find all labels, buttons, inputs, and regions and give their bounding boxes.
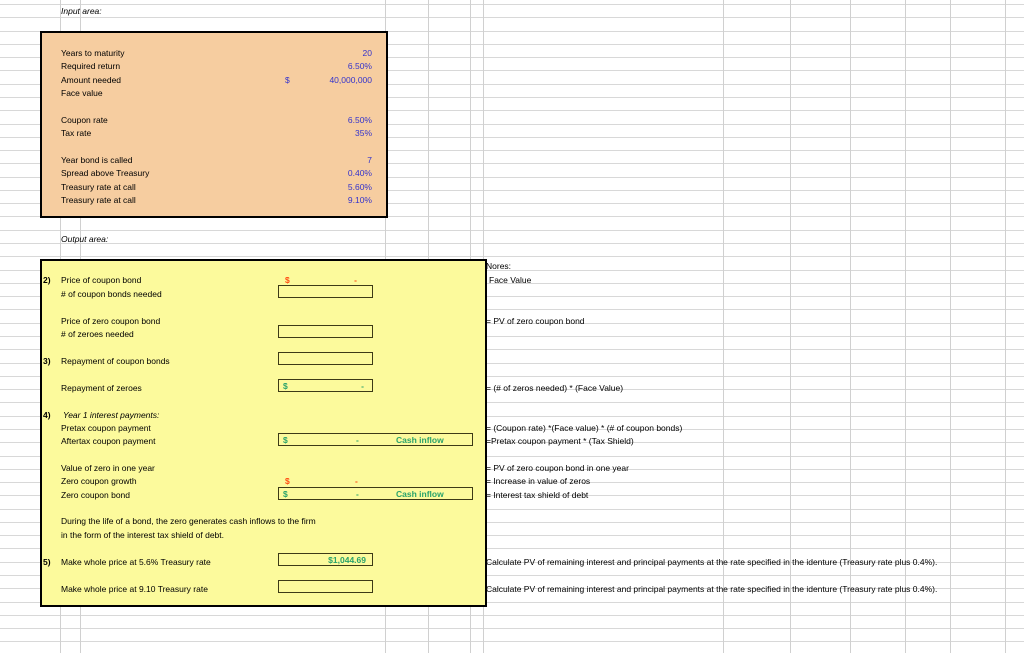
note-pretax-coupon-payment: = (Coupon rate) *(Face value) * (# of co… [486,423,683,433]
field-zero-coupon-bond-value: - [356,489,359,499]
input-label-treasury-rate-at-call-1: Treasury rate at call [61,182,136,192]
grid-row-line [0,641,1024,642]
note-zero-coupon-bond: = Interest tax shield of debt [486,490,589,500]
field-aftertax-coupon-payment-tag: Cash inflow [396,435,444,445]
grid-column-line [850,0,851,653]
grid-column-line [905,0,906,653]
spreadsheet-canvas[interactable]: Input area: Years to maturity Required r… [0,0,1024,653]
label-repayment-of-zeroes: Repayment of zeroes [61,383,142,393]
input-label-coupon-rate: Coupon rate [61,115,108,125]
label-make-whole-price-56: Make whole price at 5.6% Treasury rate [61,557,211,567]
input-value-coupon-rate[interactable]: 6.50% [272,115,372,125]
field-make-whole-price-56[interactable]: $1,044.69 [278,553,373,566]
question-marker-4: 4) [43,410,51,420]
note-face-value: Face Value [489,275,532,285]
label-aftertax-coupon-payment: Aftertax coupon payment [61,436,156,446]
field-zero-coupon-bond-currency: $ [283,489,288,499]
value-zero-coupon-growth: - [355,476,358,486]
grid-row-line [0,243,1024,244]
field-num-zeroes-needed[interactable] [278,325,373,338]
input-area-heading: Input area: [61,6,102,16]
note-repayment-of-zeroes: = (# of zeros needed) * (Face Value) [486,383,624,393]
grid-row-line [0,4,1024,5]
notes-heading: Nores: [486,261,512,271]
input-label-years-to-maturity: Years to maturity [61,48,125,58]
field-make-whole-price-910[interactable] [278,580,373,593]
grid-row-line [0,628,1024,629]
label-num-zeroes-needed: # of zeroes needed [61,329,134,339]
field-zero-coupon-bond[interactable]: $ - Cash inflow [278,487,473,500]
output-area-heading: Output area: [61,234,109,244]
input-value-spread-above-treasury[interactable]: 0.40% [272,168,372,178]
label-value-of-zero-in-one-year: Value of zero in one year [61,463,155,473]
note-zero-coupon-growth: = Increase in value of zeros [486,476,591,486]
grid-row-line [0,615,1024,616]
input-value-treasury-rate-at-call-2[interactable]: 9.10% [272,195,372,205]
input-value-amount-needed[interactable]: 40,000,000 [272,75,372,85]
note-value-of-zero-in-one-year: = PV of zero coupon bond in one year [486,463,629,473]
grid-row-line [0,17,1024,18]
input-label-amount-needed: Amount needed [61,75,122,85]
input-label-treasury-rate-at-call-2: Treasury rate at call [61,195,136,205]
note-make-whole-910: Calculate PV of remaining interest and p… [486,584,938,594]
label-price-of-coupon-bond: Price of coupon bond [61,275,142,285]
value-zero-coupon-growth-currency: $ [285,476,290,486]
value-price-of-coupon-bond: - [354,275,357,285]
field-repayment-of-zeroes[interactable]: $ - [278,379,373,392]
input-value-treasury-rate-at-call-1[interactable]: 5.60% [272,182,372,192]
input-value-tax-rate[interactable]: 35% [272,128,372,138]
question-marker-5: 5) [43,557,51,567]
field-repayment-of-zeroes-currency: $ [283,381,288,391]
field-repayment-of-coupon-bonds[interactable] [278,352,373,365]
note-make-whole-56: Calculate PV of remaining interest and p… [486,557,938,567]
grid-column-line [950,0,951,653]
label-zero-coupon-growth: Zero coupon growth [61,476,137,486]
field-aftertax-coupon-payment-currency: $ [283,435,288,445]
field-aftertax-coupon-payment[interactable]: $ - Cash inflow [278,433,473,446]
label-zero-coupon-bond: Zero coupon bond [61,490,130,500]
label-num-coupon-bonds-needed: # of coupon bonds needed [61,289,162,299]
input-value-years-to-maturity[interactable]: 20 [272,48,372,58]
input-label-face-value: Face value [61,88,103,98]
grid-row-line [0,256,1024,257]
label-pretax-coupon-payment: Pretax coupon payment [61,423,151,433]
input-label-required-return: Required return [61,61,121,71]
input-value-year-bond-is-called[interactable]: 7 [272,155,372,165]
grid-row-line [0,230,1024,231]
input-label-tax-rate: Tax rate [61,128,92,138]
field-repayment-of-zeroes-value: - [361,381,364,391]
grid-column-line [790,0,791,653]
grid-column-line [723,0,724,653]
note-aftertax-coupon-payment: =Pretax coupon payment * (Tax Shield) [486,436,634,446]
label-make-whole-price-910: Make whole price at 9.10 Treasury rate [61,584,208,594]
note-pv-zero-coupon-bond: = PV of zero coupon bond [486,316,585,326]
label-year1-interest-payments: Year 1 interest payments: [63,410,160,420]
value-price-of-coupon-bond-currency: $ [285,275,290,285]
field-num-coupon-bonds-needed[interactable] [278,285,373,298]
question-marker-3: 3) [43,356,51,366]
field-zero-coupon-bond-tag: Cash inflow [396,489,444,499]
input-value-required-return[interactable]: 6.50% [272,61,372,71]
field-aftertax-coupon-payment-value: - [356,435,359,445]
question-marker-2: 2) [43,275,51,285]
explanation-line-2: in the form of the interest tax shield o… [61,530,225,540]
label-repayment-of-coupon-bonds: Repayment of coupon bonds [61,356,170,366]
grid-column-line [1005,0,1006,653]
field-make-whole-price-56-value: $1,044.69 [328,555,366,565]
input-label-spread-above-treasury: Spread above Treasury [61,168,150,178]
label-price-of-zero-coupon-bond: Price of zero coupon bond [61,316,161,326]
input-label-year-bond-is-called: Year bond is called [61,155,133,165]
explanation-line-1: During the life of a bond, the zero gene… [61,516,316,526]
